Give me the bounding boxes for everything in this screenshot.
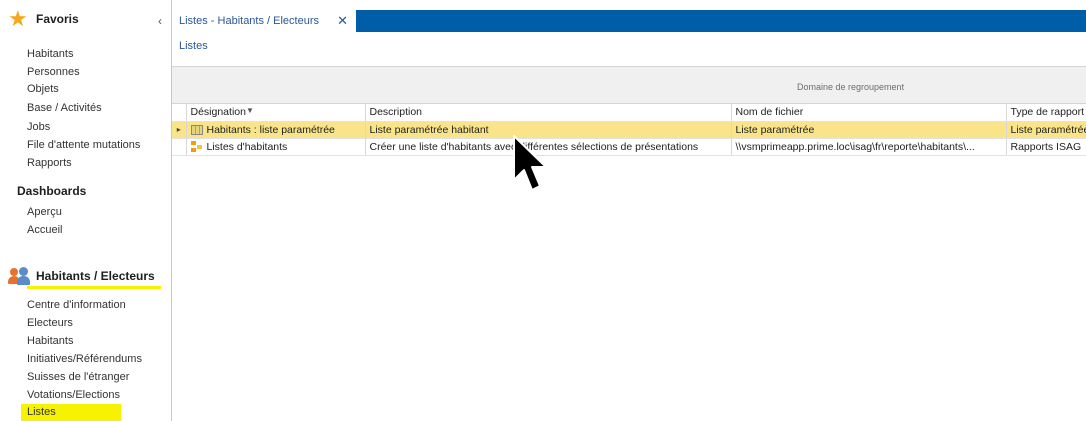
module-item-habitants[interactable]: Habitants — [27, 333, 73, 350]
favorites-item-habitants[interactable]: Habitants — [27, 46, 73, 63]
close-icon[interactable]: ✕ — [337, 13, 348, 29]
star-icon: ★ — [8, 6, 28, 31]
module-item-initiatives[interactable]: Initiatives/Référendums — [27, 351, 142, 368]
cell-filename[interactable]: \\vsmprimeapp.prime.loc\isag\fr\reporte\… — [731, 138, 1007, 156]
group-by-area[interactable]: Domaine de regroupement — [172, 66, 1086, 104]
module-item-electeurs[interactable]: Electeurs — [27, 315, 73, 332]
table-row[interactable]: ▸ Habitants : liste paramétrée Liste par… — [172, 121, 1086, 139]
column-header-filename[interactable]: Nom de fichier — [731, 104, 1007, 122]
module-item-votations[interactable]: Votations/Elections — [27, 387, 120, 404]
dashboards-item-apercu[interactable]: Aperçu — [27, 204, 62, 221]
module-item-centre-information[interactable]: Centre d'information — [27, 297, 126, 314]
table-row[interactable]: Listes d'habitants Créer une liste d'hab… — [172, 138, 1086, 156]
column-header-description[interactable]: Description — [365, 104, 732, 122]
dashboards-item-accueil[interactable]: Accueil — [27, 222, 62, 239]
favorites-item-rapports[interactable]: Rapports — [27, 155, 72, 172]
sidebar: ★ Favoris ‹ Habitants Personnes Objets B… — [0, 0, 172, 421]
main-content: Listes - Habitants / Electeurs ✕ Listes … — [172, 0, 1086, 421]
column-header-designation[interactable]: Désignation▼ — [186, 104, 366, 122]
favorites-header[interactable]: ★ Favoris — [8, 8, 79, 30]
users-icon — [8, 267, 30, 285]
dashboards-header[interactable]: Dashboards — [17, 184, 86, 198]
grid-report-icon — [190, 124, 203, 135]
lists-table: Désignation▼ Description Nom de fichier … — [172, 104, 1086, 156]
favorites-item-objets[interactable]: Objets — [27, 81, 59, 98]
dashboards-title: Dashboards — [17, 184, 87, 198]
favorites-title: Favoris — [36, 12, 79, 26]
favorites-item-jobs[interactable]: Jobs — [27, 119, 50, 136]
designation-text: Listes d'habitants — [206, 140, 288, 153]
cell-designation[interactable]: Listes d'habitants — [186, 138, 366, 156]
module-item-listes[interactable]: Listes — [21, 404, 121, 421]
row-indicator-icon — [172, 138, 187, 156]
report-icon — [190, 141, 203, 153]
designation-text: Habitants : liste paramétrée — [206, 123, 335, 136]
cell-type[interactable]: Rapports ISAG — [1006, 138, 1086, 156]
cell-type[interactable]: Liste paramétrée — [1006, 121, 1086, 139]
favorites-item-base-activites[interactable]: Base / Activités — [27, 100, 102, 117]
column-header-type[interactable]: Type de rapport — [1006, 104, 1086, 122]
module-header[interactable]: Habitants / Electeurs — [8, 267, 155, 285]
favorites-item-personnes[interactable]: Personnes — [27, 64, 80, 81]
collapse-sidebar-icon[interactable]: ‹ — [158, 14, 162, 28]
module-title: Habitants / Electeurs — [36, 269, 155, 283]
cell-filename[interactable]: Liste paramétrée — [731, 121, 1007, 139]
cell-designation[interactable]: Habitants : liste paramétrée — [186, 121, 366, 139]
mouse-cursor-icon — [513, 135, 547, 191]
tab-listes[interactable]: Listes - Habitants / Electeurs ✕ — [172, 10, 356, 32]
indicator-header — [172, 104, 187, 122]
table-header-row: Désignation▼ Description Nom de fichier … — [172, 104, 1086, 122]
filter-icon[interactable]: ▼ — [246, 106, 254, 115]
module-item-suisses-etranger[interactable]: Suisses de l'étranger — [27, 369, 129, 386]
group-by-label: Domaine de regroupement — [797, 82, 905, 92]
tab-bar: Listes - Habitants / Electeurs ✕ — [172, 10, 1086, 32]
tab-label: Listes - Habitants / Electeurs — [179, 15, 320, 27]
row-indicator-icon: ▸ — [172, 121, 187, 139]
favorites-item-file-attente[interactable]: File d'attente mutations — [27, 137, 140, 154]
module-title-highlight — [27, 286, 161, 289]
breadcrumb[interactable]: Listes — [179, 40, 208, 52]
